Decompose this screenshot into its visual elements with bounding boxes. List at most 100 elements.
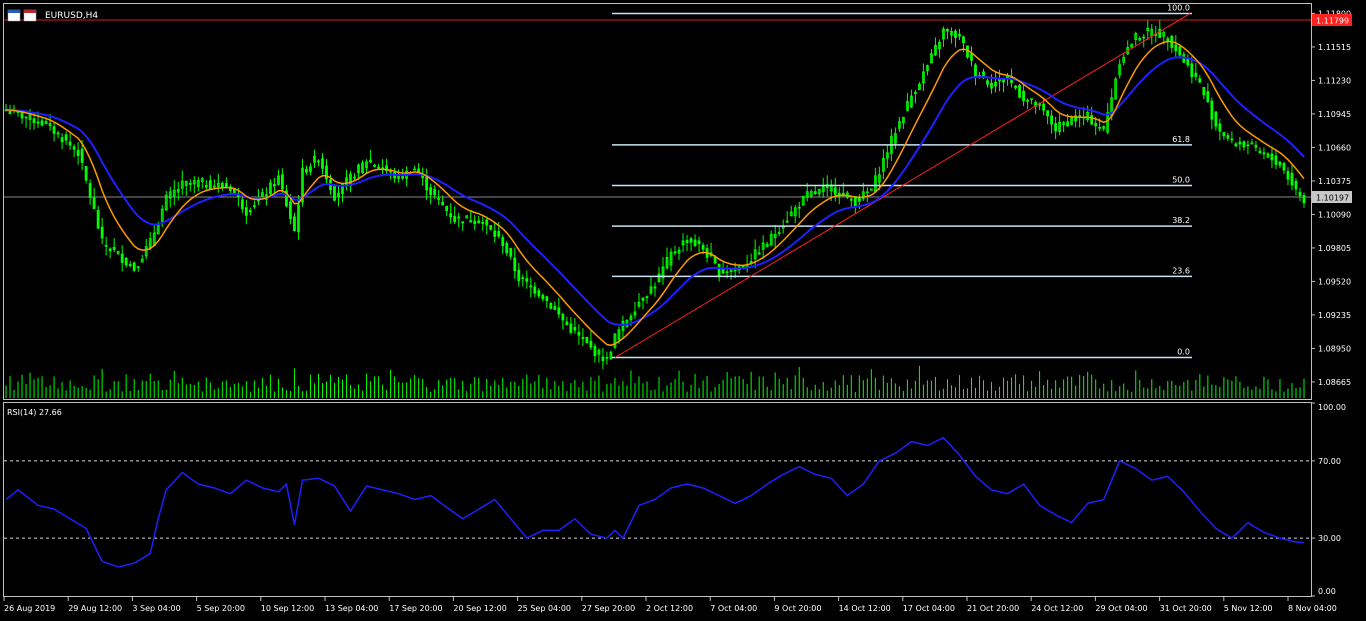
candle-body xyxy=(545,296,549,301)
candles xyxy=(4,20,1306,370)
candle-body xyxy=(240,199,244,210)
candle-body xyxy=(305,168,308,173)
candle-body xyxy=(20,112,24,119)
candle-body xyxy=(325,165,328,180)
candle-body xyxy=(84,166,88,181)
time-tick-label: 25 Sep 04:00 xyxy=(518,604,571,613)
candle-body xyxy=(673,251,677,254)
candle-body xyxy=(1102,126,1106,129)
candle-body xyxy=(220,182,224,188)
candle-body xyxy=(1278,161,1282,166)
time-tick-label: 3 Sep 04:00 xyxy=(132,604,180,613)
candle-body xyxy=(501,237,505,247)
candle-body xyxy=(497,231,501,237)
candle-body xyxy=(353,176,356,179)
candle-body xyxy=(1286,171,1290,180)
candle-body xyxy=(489,225,493,230)
fibonacci-retracement[interactable]: 100.0 61.8 50.0 38.2 23.6 0.0 xyxy=(612,4,1192,359)
candle-body xyxy=(689,238,693,243)
candle-body xyxy=(701,244,705,250)
svg-text:1.10197: 1.10197 xyxy=(1316,194,1349,203)
rsi-tick-label: 30.00 xyxy=(1318,534,1341,543)
candle-body xyxy=(1202,86,1206,96)
candle-body xyxy=(433,189,437,196)
candle-body xyxy=(64,134,68,141)
candle-body xyxy=(1234,143,1238,147)
candle-body xyxy=(1158,28,1162,39)
rsi-panel-frame xyxy=(3,402,1312,597)
candle-body xyxy=(813,191,817,194)
candle-body xyxy=(317,160,320,163)
candle-body xyxy=(92,197,96,210)
candle-body xyxy=(1270,153,1274,161)
chart-window-icon[interactable] xyxy=(7,9,37,22)
candle-body xyxy=(962,36,965,44)
time-tick-label: 31 Oct 20:00 xyxy=(1160,604,1212,613)
candle-body xyxy=(505,243,509,254)
fib-level-label: 50.0 xyxy=(1172,176,1190,185)
candle-body xyxy=(293,216,296,232)
candle-body xyxy=(1194,72,1198,77)
price-tick-label: 1.09235 xyxy=(1318,311,1351,320)
rsi-axis: 100.00 70.00 30.00 0.00 xyxy=(1311,402,1346,597)
candle-body xyxy=(713,256,717,264)
candle-body xyxy=(76,149,80,156)
candle-body xyxy=(565,321,569,326)
candle-body xyxy=(537,290,541,297)
time-tick-label: 5 Nov 12:00 xyxy=(1224,604,1273,613)
candle-body xyxy=(1290,172,1294,186)
candle-body xyxy=(509,247,513,257)
candle-body xyxy=(1226,135,1230,139)
candle-body xyxy=(72,146,76,150)
trading-chart[interactable]: 100.061.850.038.223.60.0 EURUSD,H4 1.118… xyxy=(0,0,1366,621)
time-tick-label: 13 Sep 04:00 xyxy=(325,604,378,613)
candle-body xyxy=(429,187,433,196)
candle-body xyxy=(557,307,561,315)
moving-average-fast xyxy=(5,40,1305,347)
rsi-tick-label: 100.00 xyxy=(1318,403,1346,412)
time-axis: 26 Aug 2019 29 Aug 12:00 3 Sep 04:00 5 Sep … xyxy=(3,597,1337,613)
candle-body xyxy=(1274,155,1278,165)
candle-body xyxy=(569,323,573,333)
candle-body xyxy=(1210,100,1214,120)
time-tick-label: 14 Oct 12:00 xyxy=(839,604,891,613)
time-tick-label: 20 Sep 12:00 xyxy=(453,604,506,613)
time-tick-label: 21 Oct 20:00 xyxy=(967,604,1019,613)
candle-body xyxy=(585,336,589,343)
candle-body xyxy=(120,253,124,263)
candle-body xyxy=(685,240,689,243)
fib-level-label: 0.0 xyxy=(1177,348,1190,357)
candle-body xyxy=(577,331,581,336)
price-tick-label: 1.08665 xyxy=(1318,378,1351,387)
candle-body xyxy=(36,121,40,124)
candle-body xyxy=(289,201,292,220)
candle-body xyxy=(112,246,116,251)
price-tick-label: 1.10945 xyxy=(1318,110,1351,119)
candle-body xyxy=(589,340,593,348)
candle-body xyxy=(1246,144,1250,147)
candle-body xyxy=(1178,46,1182,56)
price-tick-label: 1.09520 xyxy=(1318,277,1351,286)
candle-body xyxy=(373,164,376,167)
candle-body xyxy=(986,80,989,85)
time-tick-label: 24 Oct 12:00 xyxy=(1031,604,1083,613)
candle-body xyxy=(641,297,645,301)
candle-body xyxy=(541,294,545,300)
candle-body xyxy=(425,176,429,191)
candle-body xyxy=(1282,162,1286,171)
candle-body xyxy=(469,220,473,223)
price-tick-label: 1.10090 xyxy=(1318,210,1351,219)
candle-body xyxy=(321,158,324,169)
candle-body xyxy=(477,220,481,224)
candle-body xyxy=(581,337,585,339)
time-tick-label: 27 Sep 20:00 xyxy=(582,604,635,613)
candle-body xyxy=(40,120,44,126)
current-price-tag: 1.10197 xyxy=(1312,191,1352,203)
candle-body xyxy=(561,313,565,321)
time-tick-label: 7 Oct 04:00 xyxy=(710,604,757,613)
fib-level-label: 23.6 xyxy=(1172,266,1190,275)
time-tick-label: 26 Aug 2019 xyxy=(4,604,55,613)
candle-body xyxy=(333,184,336,201)
svg-text:1.11799: 1.11799 xyxy=(1316,17,1349,26)
candle-body xyxy=(461,221,465,224)
